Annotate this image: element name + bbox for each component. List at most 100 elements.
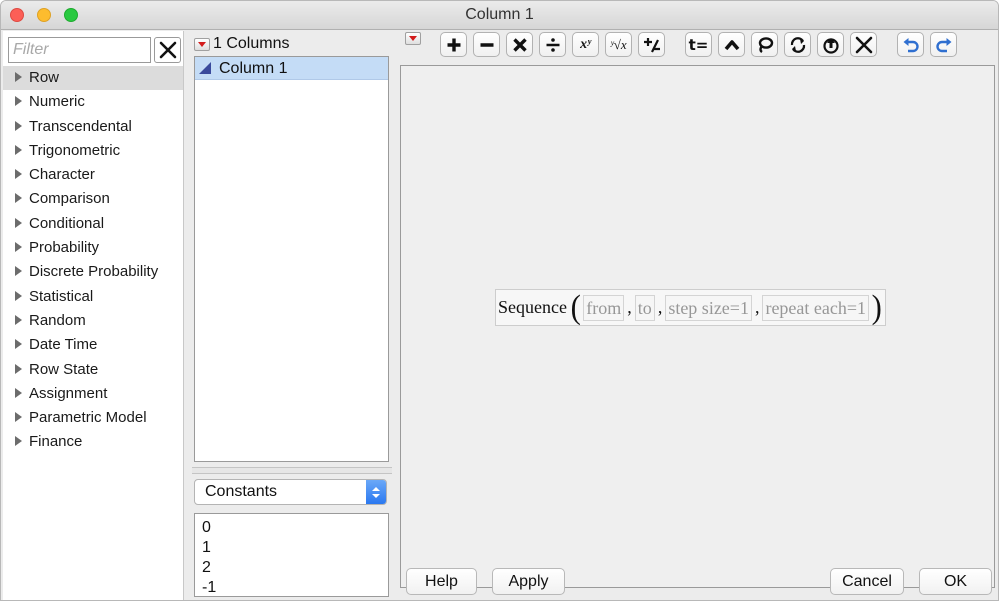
constants-select[interactable]: Constants bbox=[194, 479, 387, 505]
category-label: Discrete Probability bbox=[29, 263, 159, 281]
category-item[interactable]: Parametric Model bbox=[3, 406, 183, 430]
arg-from[interactable]: from bbox=[583, 294, 625, 321]
open-paren: ( bbox=[570, 288, 581, 326]
disclosure-triangle-icon[interactable] bbox=[15, 120, 22, 131]
constant-item[interactable]: 2 bbox=[202, 558, 388, 578]
category-item[interactable]: Statistical bbox=[3, 285, 183, 309]
power-icon[interactable]: xʸ bbox=[572, 32, 599, 57]
help-button[interactable]: Help bbox=[406, 568, 477, 595]
panel-splitter[interactable] bbox=[192, 467, 392, 474]
close-icon bbox=[159, 41, 176, 59]
formula-editor-area[interactable]: Sequence ( from , to , step size=1 , rep… bbox=[400, 65, 995, 588]
category-item[interactable]: Transcendental bbox=[3, 115, 183, 139]
columns-count-label: 1 Columns bbox=[213, 35, 290, 52]
disclosure-triangle-icon[interactable] bbox=[15, 169, 22, 180]
disclosure-triangle-icon[interactable] bbox=[15, 72, 22, 82]
select-arrows-icon bbox=[366, 480, 386, 504]
category-item[interactable]: Trigonometric bbox=[3, 139, 183, 163]
columns-menu-icon[interactable] bbox=[194, 37, 210, 51]
category-item[interactable]: Comparison bbox=[3, 187, 183, 211]
ok-button[interactable]: OK bbox=[919, 568, 992, 595]
category-item[interactable]: Row bbox=[3, 66, 183, 91]
category-item[interactable]: Finance bbox=[3, 430, 183, 454]
redo-icon[interactable] bbox=[930, 32, 957, 57]
minus-icon[interactable] bbox=[473, 32, 500, 57]
category-label: Probability bbox=[29, 239, 100, 257]
filter-input[interactable] bbox=[8, 37, 151, 63]
peel-icon[interactable] bbox=[718, 32, 745, 57]
category-label: Row State bbox=[29, 360, 99, 378]
formula-panel: xʸ ʸ√x t= Sequence (from , to , step si… bbox=[398, 31, 998, 600]
disclosure-triangle-icon[interactable] bbox=[15, 242, 22, 253]
formula-expression[interactable]: Sequence ( from , to , step size=1 , rep… bbox=[495, 288, 887, 326]
columns-panel: 1 Columns Column 1 Constants 0 1 2 -1 bbox=[189, 31, 393, 600]
local-variable-icon[interactable]: t= bbox=[685, 32, 712, 57]
category-label: Row bbox=[29, 69, 60, 86]
category-item[interactable]: Random bbox=[3, 309, 183, 333]
category-label: Character bbox=[29, 166, 95, 184]
constant-item[interactable]: 1 bbox=[202, 538, 388, 558]
close-paren: ) bbox=[871, 288, 882, 326]
category-item[interactable]: Assignment bbox=[3, 382, 183, 406]
category-item[interactable]: Character bbox=[3, 163, 183, 187]
category-item[interactable]: Discrete Probability bbox=[3, 260, 183, 284]
category-label: Statistical bbox=[29, 287, 94, 305]
function-name: Sequence bbox=[498, 297, 567, 317]
negate-icon[interactable] bbox=[638, 32, 665, 57]
category-label: Finance bbox=[29, 433, 83, 451]
title-bar: Column 1 bbox=[1, 1, 998, 30]
apply-button[interactable]: Apply bbox=[492, 568, 565, 595]
disclosure-triangle-icon[interactable] bbox=[15, 290, 22, 301]
category-list: Row Numeric Transcendental Trigonometric Cha… bbox=[3, 66, 183, 455]
category-item[interactable]: Probability bbox=[3, 236, 183, 260]
lasso-icon[interactable] bbox=[751, 32, 778, 57]
columns-header: 1 Columns bbox=[194, 34, 289, 54]
plus-icon[interactable] bbox=[440, 32, 467, 57]
disclosure-triangle-icon[interactable] bbox=[15, 436, 22, 447]
constant-item[interactable]: 0 bbox=[202, 518, 388, 538]
swap-icon[interactable] bbox=[784, 32, 811, 57]
disclosure-triangle-icon[interactable] bbox=[15, 387, 22, 398]
delete-icon[interactable] bbox=[850, 32, 877, 57]
root-icon[interactable]: ʸ√x bbox=[605, 32, 632, 57]
column-item-label: Column 1 bbox=[219, 59, 288, 77]
column-item[interactable]: Column 1 bbox=[195, 57, 388, 80]
category-item[interactable]: Conditional bbox=[3, 212, 183, 236]
category-item[interactable]: Numeric bbox=[3, 90, 183, 114]
category-label: Random bbox=[29, 311, 86, 329]
disclosure-triangle-icon[interactable] bbox=[15, 266, 22, 277]
constants-list: 0 1 2 -1 bbox=[194, 513, 389, 597]
formula-editor-window: Column 1 Row Numeric Transcendental Trigono… bbox=[0, 0, 999, 601]
category-label: Assignment bbox=[29, 384, 108, 402]
arg-to[interactable]: to bbox=[634, 294, 655, 321]
unthrow-icon[interactable] bbox=[817, 32, 844, 57]
undo-icon[interactable] bbox=[897, 32, 924, 57]
constants-select-value: Constants bbox=[205, 483, 278, 500]
formula-toolbar: xʸ ʸ√x t= bbox=[398, 31, 998, 61]
formula-menu-icon[interactable] bbox=[405, 32, 421, 45]
category-label: Transcendental bbox=[29, 117, 132, 135]
disclosure-triangle-icon[interactable] bbox=[15, 96, 22, 107]
category-label: Trigonometric bbox=[29, 141, 121, 159]
disclosure-triangle-icon[interactable] bbox=[15, 412, 22, 423]
disclosure-triangle-icon[interactable] bbox=[15, 363, 22, 374]
disclosure-triangle-icon[interactable] bbox=[15, 217, 22, 228]
category-item[interactable]: Date Time bbox=[3, 333, 183, 357]
disclosure-triangle-icon[interactable] bbox=[15, 339, 22, 350]
disclosure-triangle-icon[interactable] bbox=[15, 314, 22, 325]
category-label: Date Time bbox=[29, 336, 98, 354]
disclosure-triangle-icon[interactable] bbox=[15, 144, 22, 155]
function-category-panel: Row Numeric Transcendental Trigonometric Cha… bbox=[3, 31, 184, 600]
clear-filter-button[interactable] bbox=[154, 37, 181, 63]
multiply-icon[interactable] bbox=[506, 32, 533, 57]
arg-step-size[interactable]: step size=1 bbox=[665, 294, 752, 321]
cancel-button[interactable]: Cancel bbox=[830, 568, 904, 595]
arg-repeat-each[interactable]: repeat each=1 bbox=[762, 294, 870, 321]
category-label: Parametric Model bbox=[29, 409, 147, 427]
disclosure-triangle-icon[interactable] bbox=[15, 193, 22, 204]
category-label: Comparison bbox=[29, 190, 110, 208]
divide-icon[interactable] bbox=[539, 32, 566, 57]
category-item[interactable]: Row State bbox=[3, 358, 183, 382]
category-label: Conditional bbox=[29, 214, 105, 232]
constant-item[interactable]: -1 bbox=[202, 578, 388, 596]
